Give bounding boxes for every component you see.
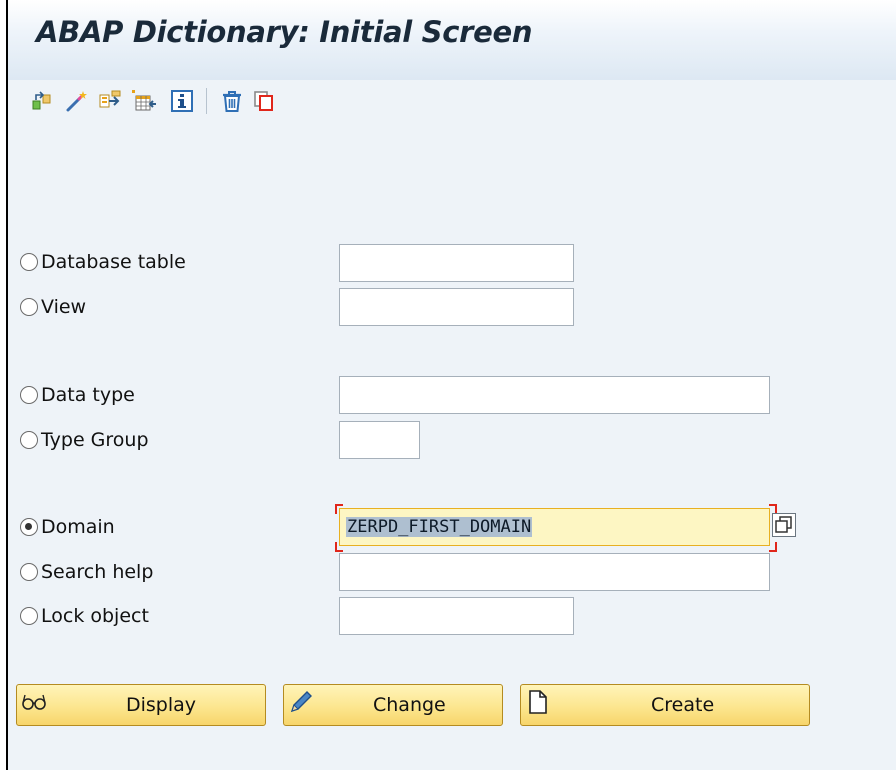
lock-object-input[interactable] <box>339 597 574 635</box>
domain-value: ZERPD_FIRST_DOMAIN <box>346 517 533 537</box>
check-icon[interactable] <box>62 86 90 116</box>
option-search-help: Search help <box>20 555 340 589</box>
domain-input[interactable]: ZERPD_FIRST_DOMAIN <box>339 508 770 546</box>
value-help-icon <box>775 516 792 533</box>
radio-data-type[interactable] <box>20 386 38 404</box>
other-object-icon[interactable] <box>28 86 56 116</box>
create-button[interactable]: Create <box>520 684 810 726</box>
radio-database-table[interactable] <box>20 253 38 271</box>
activate-icon[interactable] <box>96 86 124 116</box>
change-button[interactable]: Change <box>283 684 503 726</box>
option-label: Database table <box>41 251 186 273</box>
create-label: Create <box>651 694 715 716</box>
type-group-input[interactable] <box>339 421 420 459</box>
radio-type-group[interactable] <box>20 431 38 449</box>
display-label: Display <box>126 694 197 716</box>
delete-icon[interactable] <box>218 86 246 116</box>
where-used-icon[interactable] <box>130 86 158 116</box>
option-label: Type Group <box>41 429 149 451</box>
radio-search-help[interactable] <box>20 563 38 581</box>
option-domain: Domain <box>20 510 340 544</box>
option-database-table: Database table <box>20 245 340 279</box>
value-help-button[interactable] <box>772 513 796 537</box>
change-label: Change <box>373 694 446 716</box>
option-label: Domain <box>41 516 115 538</box>
selection-screen: Database table View Data type Type Group… <box>8 140 896 770</box>
page-title: ABAP Dictionary: Initial Screen <box>36 15 533 49</box>
option-data-type: Data type <box>20 378 340 412</box>
view-input[interactable] <box>339 288 574 326</box>
data-type-input[interactable] <box>339 376 770 414</box>
display-button[interactable]: Display <box>16 684 266 726</box>
application-toolbar <box>28 86 448 122</box>
glasses-icon <box>22 694 46 710</box>
option-lock-object: Lock object <box>20 599 340 633</box>
search-help-input[interactable] <box>339 553 770 591</box>
radio-lock-object[interactable] <box>20 607 38 625</box>
new-document-icon <box>529 690 547 714</box>
toolbar-separator <box>206 88 207 114</box>
option-label: Data type <box>41 384 135 406</box>
title-bar: ABAP Dictionary: Initial Screen <box>8 0 896 80</box>
option-label: Lock object <box>41 605 149 627</box>
radio-domain[interactable] <box>20 518 38 536</box>
radio-view[interactable] <box>20 298 38 316</box>
info-icon[interactable] <box>168 86 196 116</box>
option-label: Search help <box>41 561 154 583</box>
sap-window: ABAP Dictionary: Initial Screen Database… <box>6 0 896 770</box>
option-label: View <box>41 296 87 318</box>
focus-corner <box>335 542 343 552</box>
focus-corner <box>335 504 343 514</box>
copy-icon[interactable] <box>250 86 278 116</box>
database-table-input[interactable] <box>339 244 574 282</box>
option-view: View <box>20 290 340 324</box>
option-type-group: Type Group <box>20 423 340 457</box>
pencil-icon <box>290 691 312 713</box>
focus-corner <box>769 542 777 552</box>
